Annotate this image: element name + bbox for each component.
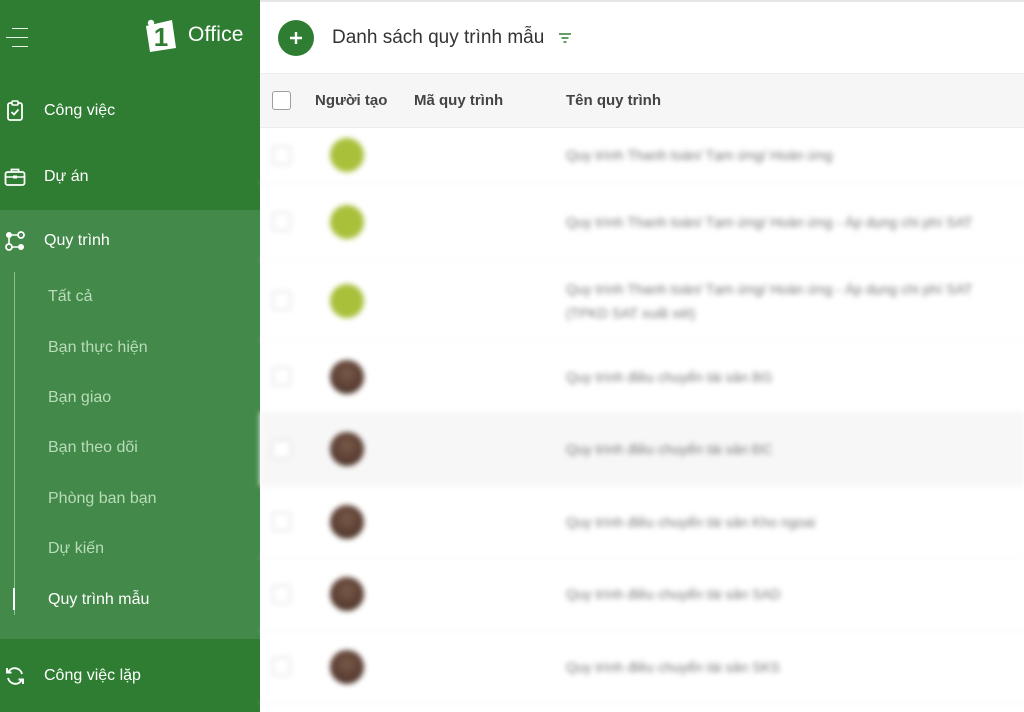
column-header-creator[interactable]: Người tạo [315,92,414,109]
sidebar-subitem-ban-giao[interactable]: Bạn giao [0,373,260,423]
sidebar-subitem-ban-thuc-hien[interactable]: Bạn thực hiện [0,322,260,372]
row-checkbox[interactable] [272,212,291,231]
logo-mark-text: 1 [154,22,168,52]
sidebar-item-label: Quy trình [44,232,110,249]
cell-name: Quy trình Thanh toán/ Tạm ứng/ Hoàn ứng … [566,213,973,230]
cell-name: Quy trình Thanh toán/ Tạm ứng/ Hoàn ứng [566,147,833,163]
row-checkbox[interactable] [272,657,291,676]
clipboard-check-icon [4,100,26,122]
table-body: Quy trình Thanh toán/ Tạm ứng/ Hoàn ứng … [260,128,1024,703]
table-row[interactable]: Quy trình Thanh toán/ Tạm ứng/ Hoàn ứng … [260,261,1024,341]
cell-name: Quy trình điều chuyển tài sản Kho ngoai [566,513,816,530]
sidebar-subitem-quy-trinh-mau[interactable]: Quy trình mẫu [0,574,260,624]
sidebar-item-cong-viec-lap[interactable]: Công việc lặp [0,639,260,712]
table-row[interactable]: Quy trình điều chuyển tài sản SKS [260,631,1024,703]
table-row[interactable]: Quy trình Thanh toán/ Tạm ứng/ Hoàn ứng [260,128,1024,183]
subitem-label: Quy trình mẫu [48,590,150,608]
avatar [330,283,364,318]
add-button[interactable] [278,19,314,56]
table-header: Người tạo Mã quy trình Tên quy trình [260,74,1024,128]
repeat-icon [4,665,26,687]
main-content: Danh sách quy trình mẫu Người tạo Mã quy… [260,0,1024,712]
table-row[interactable]: Quy trình điều chuyển tài sản BG [260,341,1024,413]
row-checkbox[interactable] [272,145,291,165]
avatar [330,138,364,172]
cell-name: Quy trình điều chuyển tài sản ĐC [566,441,773,457]
sidebar-subitem-tat-ca[interactable]: Tất cả [0,272,260,322]
table-row[interactable]: Quy trình điều chuyển tài sản SAD [260,558,1024,631]
avatar [330,204,364,239]
sidebar-item-label: Công việc [44,102,116,119]
subitem-label: Bạn thực hiện [48,338,148,356]
subitem-label: Phòng ban bạn [48,489,157,507]
row-checkbox[interactable] [272,439,291,459]
subitem-label: Bạn giao [48,388,112,406]
sidebar: 1 Office Công việc Dự án Quy trình Tất c… [0,0,260,712]
sidebar-item-quy-trinh[interactable]: Quy trình [0,210,260,272]
sidebar-subitem-du-kien[interactable]: Dự kiến [0,524,260,574]
page-title: Danh sách quy trình mẫu [332,26,545,48]
avatar [330,577,364,611]
avatar [330,649,364,684]
cell-name: Quy trình điều chuyển tài sản SKS [566,658,781,675]
logo-text: Office [188,23,244,46]
sidebar-item-label: Dự án [44,168,89,185]
avatar [330,432,364,466]
column-header-code[interactable]: Mã quy trình [414,92,566,109]
filter-icon[interactable] [558,30,574,46]
menu-icon[interactable] [6,28,28,48]
sidebar-submenu: Tất cả Bạn thực hiện Bạn giao Bạn theo d… [0,272,260,639]
subitem-label: Tất cả [48,288,93,306]
plus-icon [290,31,302,44]
row-checkbox[interactable] [272,367,291,386]
sidebar-item-label: Công việc lặp [44,667,141,685]
select-all-checkbox[interactable] [272,91,291,110]
cell-name: Quy trình điều chuyển tài sản SAD [566,586,781,602]
row-checkbox[interactable] [272,512,291,531]
sidebar-header: 1 Office [0,0,260,78]
cell-name: Quy trình điều chuyển tài sản BG [566,368,773,385]
logo-mark-icon: 1 [146,19,176,52]
row-checkbox[interactable] [272,291,291,310]
column-header-name[interactable]: Tên quy trình [566,92,1024,109]
cell-name: Quy trình Thanh toán/ Tạm ứng/ Hoàn ứng … [566,280,973,321]
sidebar-item-du-an[interactable]: Dự án [0,144,260,210]
briefcase-icon [4,166,26,188]
avatar [330,504,364,539]
subitem-label: Bạn theo dõi [48,439,138,457]
subitem-label: Dự kiến [48,540,105,558]
sidebar-item-cong-viec[interactable]: Công việc [0,78,260,144]
table-row[interactable]: Quy trình điều chuyển tài sản ĐC [260,413,1024,486]
row-checkbox[interactable] [272,584,291,604]
logo[interactable]: 1 Office [142,16,244,54]
sidebar-group-quy-trinh: Quy trình Tất cả Bạn thực hiện Bạn giao … [0,210,260,639]
workflow-icon [4,230,26,252]
active-marker [13,588,15,611]
sidebar-subitem-phong-ban-ban[interactable]: Phòng ban bạn [0,474,260,524]
sidebar-subitem-ban-theo-doi[interactable]: Bạn theo dõi [0,423,260,473]
table-row[interactable]: Quy trình Thanh toán/ Tạm ứng/ Hoàn ứng … [260,183,1024,261]
toolbar: Danh sách quy trình mẫu [260,2,1024,74]
table-row[interactable]: Quy trình điều chuyển tài sản Kho ngoai [260,486,1024,558]
avatar [330,359,364,394]
